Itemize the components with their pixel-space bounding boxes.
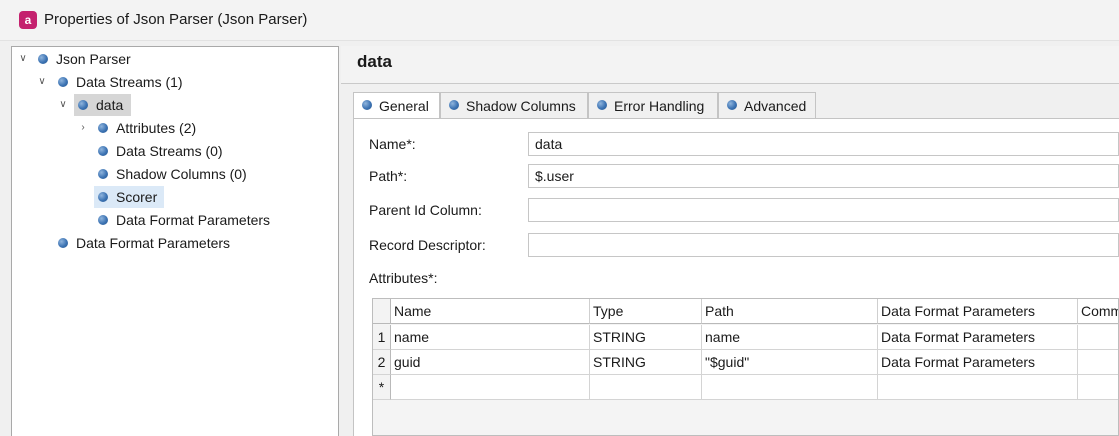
tab-bullet-icon (449, 100, 459, 110)
table-cell[interactable] (391, 375, 590, 400)
grid-corner (373, 299, 391, 324)
name-label: Name*: (369, 136, 416, 152)
tab-shadow-columns[interactable]: Shadow Columns (440, 92, 588, 118)
tree-item-label: Attributes (2) (116, 120, 197, 136)
parent-id-column-field[interactable] (528, 198, 1119, 222)
node-bullet-icon (58, 238, 68, 248)
tree-item-label: Scorer (116, 189, 158, 205)
table-cell[interactable] (702, 375, 878, 400)
path-field[interactable]: $.user (528, 164, 1119, 188)
table-cell[interactable] (1078, 375, 1118, 400)
tree-item-label: Data Format Parameters (116, 212, 271, 228)
chevron-down-icon[interactable]: ∨ (17, 48, 29, 70)
tab-label: General (379, 98, 429, 114)
chevron-down-icon[interactable]: ∨ (57, 94, 69, 116)
parent-id-column-label: Parent Id Column: (369, 202, 482, 218)
tab-advanced[interactable]: Advanced (718, 92, 816, 118)
tab-label: Advanced (744, 98, 807, 114)
new-row-marker[interactable]: * (373, 375, 391, 400)
properties-tree[interactable]: ∨ Json Parser ∨ Data Streams (1) ∨ data … (11, 46, 339, 436)
row-number[interactable]: 1 (373, 325, 391, 350)
node-bullet-icon (38, 54, 48, 64)
table-cell[interactable]: guid (391, 350, 590, 375)
tree-item-child-data-format-parameters[interactable]: Data Format Parameters (12, 209, 338, 231)
tree-item-child-data-streams[interactable]: Data Streams (0) (12, 140, 338, 162)
attributes-label: Attributes*: (369, 270, 438, 286)
tree-item-label: Shadow Columns (0) (116, 166, 247, 182)
tree-item-shadow-columns[interactable]: Shadow Columns (0) (12, 163, 338, 185)
app-logo-icon: a (19, 11, 37, 29)
window-titlebar: a Properties of Json Parser (Json Parser… (0, 0, 1119, 41)
chevron-down-icon[interactable]: ∨ (36, 71, 48, 93)
tab-general[interactable]: General (353, 92, 440, 119)
table-cell[interactable]: Data Format Parameters (878, 325, 1078, 350)
table-cell[interactable] (590, 375, 702, 400)
table-cell[interactable] (878, 375, 1078, 400)
table-cell[interactable]: Data Format Parameters (878, 350, 1078, 375)
column-header-type[interactable]: Type (590, 299, 702, 324)
tab-error-handling[interactable]: Error Handling (588, 92, 718, 118)
chevron-right-icon[interactable]: › (77, 117, 89, 139)
tree-item-attributes[interactable]: › Attributes (2) (12, 117, 338, 139)
tree-item-data-format-parameters[interactable]: Data Format Parameters (12, 232, 338, 254)
table-cell[interactable]: STRING (590, 325, 702, 350)
tree-item-label: Data Streams (0) (116, 143, 223, 159)
record-descriptor-field[interactable] (528, 233, 1119, 257)
table-cell[interactable] (1078, 350, 1118, 375)
table-cell[interactable]: STRING (590, 350, 702, 375)
record-descriptor-label: Record Descriptor: (369, 237, 486, 253)
tree-item-data[interactable]: ∨ data (12, 94, 338, 116)
table-cell[interactable]: "$guid" (702, 350, 878, 375)
window-title: Properties of Json Parser (Json Parser) (44, 11, 308, 28)
tree-item-label: Data Format Parameters (76, 235, 231, 251)
node-bullet-icon (98, 192, 108, 202)
tab-bullet-icon (362, 100, 372, 110)
tree-item-data-streams[interactable]: ∨ Data Streams (1) (12, 71, 338, 93)
table-cell[interactable]: name (391, 325, 590, 350)
table-cell[interactable] (1078, 325, 1118, 350)
tree-item-json-parser[interactable]: ∨ Json Parser (12, 48, 338, 70)
node-bullet-icon (98, 169, 108, 179)
node-bullet-icon (98, 215, 108, 225)
tree-item-label: Data Streams (1) (76, 74, 183, 90)
tab-bullet-icon (597, 100, 607, 110)
column-header-path[interactable]: Path (702, 299, 878, 324)
column-header-data-format-parameters[interactable]: Data Format Parameters (878, 299, 1078, 324)
node-bullet-icon (58, 77, 68, 87)
tree-item-scorer[interactable]: Scorer (12, 186, 338, 208)
tab-label: Shadow Columns (466, 98, 576, 114)
tab-label: Error Handling (614, 98, 705, 114)
tab-bullet-icon (727, 100, 737, 110)
row-number[interactable]: 2 (373, 350, 391, 375)
panel-header: data (341, 46, 1119, 84)
panel-title: data (357, 52, 392, 71)
column-header-name[interactable]: Name (391, 299, 590, 324)
node-bullet-icon (98, 123, 108, 133)
tree-item-label: data (96, 97, 124, 113)
tree-item-label: Json Parser (56, 51, 131, 67)
column-header-comment[interactable]: Comm (1078, 299, 1118, 324)
node-bullet-icon (78, 100, 88, 110)
path-label: Path*: (369, 168, 408, 184)
node-bullet-icon (98, 146, 108, 156)
table-cell[interactable]: name (702, 325, 878, 350)
name-field[interactable]: data (528, 132, 1119, 156)
attributes-grid[interactable]: Name Type Path Data Format Parameters Co… (372, 298, 1119, 436)
